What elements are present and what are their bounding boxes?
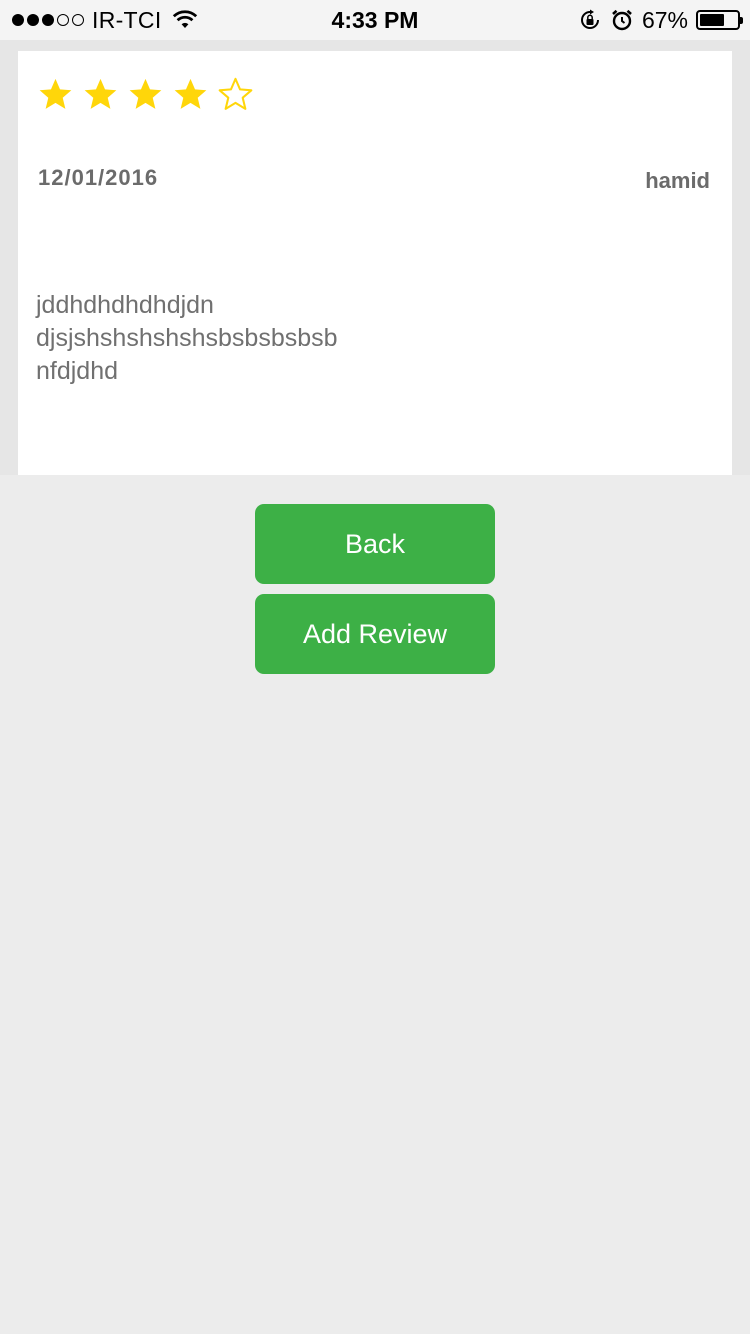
star-filled-icon [173,77,208,111]
add-review-button[interactable]: Add Review [255,594,495,674]
status-bar: IR-TCI 4:33 PM 67% [0,0,750,40]
star-empty-icon [218,77,253,111]
back-button[interactable]: Back [255,504,495,584]
star-rating [38,77,253,111]
review-date: 12/01/2016 [38,165,159,190]
battery-percent: 67% [641,6,688,33]
star-filled-icon [128,77,163,111]
status-right: 67% [578,6,743,34]
review-text-line: djsjshshshshshsbsbsbsbsb [36,324,338,352]
review-text: jddhdhdhdhdjdn djsjshshshshshsbsbsbsbsb … [36,289,338,388]
battery-level [700,14,725,26]
orientation-lock-icon [578,8,602,32]
review-text-line: nfdjdhd [36,357,119,385]
alarm-icon [610,8,634,32]
review-author: hamid [645,168,710,193]
review-text-line: jddhdhdhdhdjdn [36,291,214,319]
review-card: 12/01/2016 hamid jddhdhdhdhdjdn djsjshsh… [18,51,732,475]
star-filled-icon [38,77,73,111]
star-filled-icon [83,77,118,111]
battery-icon [696,10,743,30]
